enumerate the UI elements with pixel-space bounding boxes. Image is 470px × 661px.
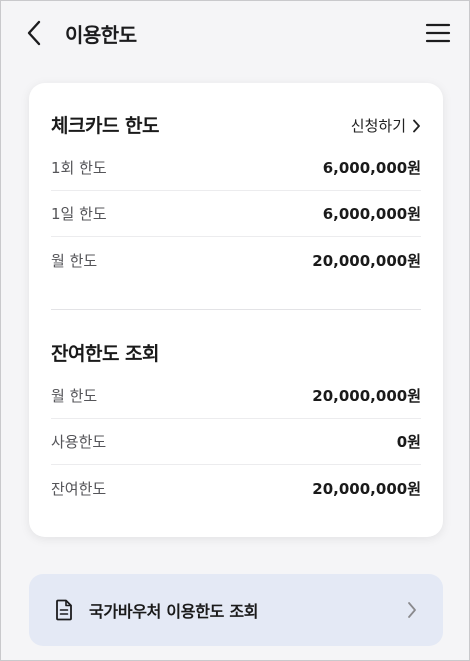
- row-value: 20,000,000원: [312, 387, 421, 405]
- app-frame: 이용한도 체크카드 한도 신청하기 1회 한도 6,000,000원 1일 한도…: [0, 0, 470, 661]
- voucher-label: 국가바우처 이용한도 조회: [89, 602, 259, 621]
- row-label: 1회 한도: [51, 159, 107, 177]
- voucher-limit-button[interactable]: 국가바우처 이용한도 조회: [29, 574, 443, 646]
- page-title: 이용한도: [65, 23, 137, 47]
- top-header: 이용한도: [1, 1, 469, 65]
- back-button[interactable]: [19, 17, 49, 49]
- remaining-row-monthly: 월 한도 20,000,000원: [51, 373, 421, 419]
- remaining-row-remaining: 잔여한도 20,000,000원: [51, 465, 421, 511]
- row-value: 6,000,000원: [322, 159, 421, 177]
- row-label: 잔여한도: [51, 479, 107, 498]
- chevron-right-icon: [408, 602, 416, 618]
- limit-row-per-transaction: 1회 한도 6,000,000원: [51, 145, 421, 191]
- row-label: 사용한도: [51, 433, 107, 451]
- row-value: 6,000,000원: [322, 205, 421, 223]
- row-label: 월 한도: [51, 387, 98, 405]
- limit-card: 체크카드 한도 신청하기 1회 한도 6,000,000원 1일 한도 6,00…: [29, 83, 443, 537]
- check-card-limit-title: 체크카드 한도: [51, 115, 160, 137]
- document-icon: [56, 599, 72, 621]
- remaining-row-used: 사용한도 0원: [51, 419, 421, 465]
- row-value: 0원: [396, 433, 421, 451]
- remaining-limit-title: 잔여한도 조회: [51, 343, 160, 365]
- row-value: 20,000,000원: [312, 251, 421, 270]
- apply-label: 신청하기: [350, 117, 406, 135]
- row-label: 1일 한도: [51, 205, 107, 223]
- chevron-left-icon: [27, 20, 41, 46]
- section-divider: [51, 309, 421, 310]
- chevron-right-icon: [413, 119, 420, 132]
- limit-row-monthly: 월 한도 20,000,000원: [51, 237, 421, 283]
- limit-row-daily: 1일 한도 6,000,000원: [51, 191, 421, 237]
- row-value: 20,000,000원: [312, 479, 421, 498]
- apply-link[interactable]: 신청하기: [351, 115, 421, 136]
- hamburger-menu-icon: [425, 23, 451, 43]
- row-label: 월 한도: [51, 251, 98, 270]
- menu-button[interactable]: [425, 21, 451, 45]
